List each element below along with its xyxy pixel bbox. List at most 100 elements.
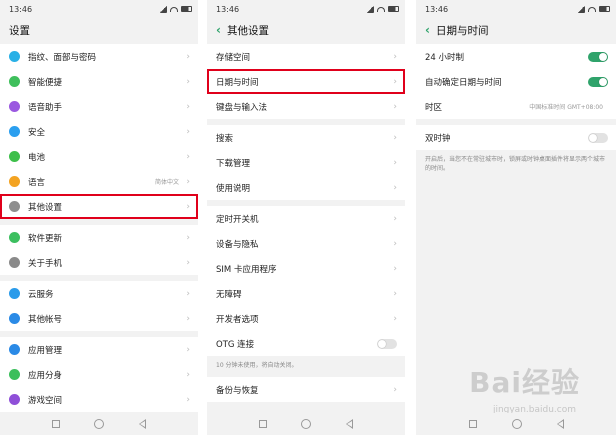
microphone-icon [9,101,20,112]
chevron-right-icon: › [393,51,397,62]
settings-item-label: 游戏空间 [28,395,63,406]
other-settings-item[interactable]: 定时开关机 › [207,206,405,231]
settings-item[interactable]: 关于手机 › [0,250,198,275]
other-settings-group: 定时开关机 › 设备与隐私 › SIM 卡应用程序 › 无障碍 › 开发者选项 › OTG 连接 [207,206,405,356]
signal-icon [366,5,374,13]
chevron-right-icon: › [186,257,190,268]
other-settings-item-label: 使用说明 [216,183,251,194]
back-arrow-icon[interactable]: ‹ [216,23,221,37]
back-arrow-icon[interactable]: ‹ [425,23,430,37]
other-settings-item[interactable]: OTG 连接 [207,331,405,356]
battery-status-icon [181,6,192,12]
other-settings-item-label: 日期与时间 [216,77,259,88]
status-bar: 13:46 [207,0,405,18]
back-button[interactable] [345,419,353,429]
other-settings-item-label: SIM 卡应用程序 [216,264,277,275]
other-settings-item-label: 存储空间 [216,52,251,63]
status-time: 13:46 [9,4,33,14]
other-settings-item[interactable]: 设备与隐私 › [207,231,405,256]
backup-restore-label: 备份与恢复 [216,385,259,396]
settings-item[interactable]: 安全 › [0,119,198,144]
settings-item[interactable]: 其他设置 › [0,194,198,219]
recents-button[interactable] [52,420,61,428]
hour24-label: 24 小时制 [425,52,465,63]
settings-item[interactable]: 应用管理 › [0,337,198,362]
settings-item[interactable]: 电池 › [0,144,198,169]
header: ‹ 日期与时间 [416,18,616,42]
watermark-logo: Bai经验 [469,366,580,399]
other-settings-item-label: 设备与隐私 [216,239,259,250]
settings-group: 云服务 › 其他帐号 › [0,281,198,331]
wifi-icon [170,6,178,12]
auto-time-row[interactable]: 自动确定日期与时间 [416,69,616,94]
hour24-toggle[interactable] [588,51,608,62]
chevron-right-icon: › [186,369,190,380]
nav-bar [207,413,405,435]
date-time-group: 24 小时制 自动确定日期与时间 时区 中国标准时间 GMT+08:00 [416,44,616,119]
backup-restore-item[interactable]: 备份与恢复 › [207,377,405,402]
back-button[interactable] [138,419,146,429]
settings-item[interactable]: 游戏空间 › [0,387,198,412]
other-settings-item[interactable]: 开发者选项 › [207,306,405,331]
chevron-right-icon: › [393,238,397,249]
recents-button[interactable] [259,420,268,428]
other-settings-item[interactable]: 日期与时间 › [207,69,405,94]
clone-icon [9,369,20,380]
signal-icon [577,5,585,13]
chevron-right-icon: › [393,101,397,112]
other-settings-item[interactable]: 搜索 › [207,125,405,150]
nav-bar [0,413,198,435]
other-settings-item[interactable]: SIM 卡应用程序 › [207,256,405,281]
page-title: 日期与时间 [435,24,489,37]
other-settings-item-label: 定时开关机 [216,214,259,225]
timezone-row[interactable]: 时区 中国标准时间 GMT+08:00 [416,94,616,119]
chevron-right-icon: › [393,288,397,299]
nav-bar [416,413,616,435]
settings-item-label: 电池 [28,152,46,163]
settings-group: 软件更新 › 关于手机 › [0,225,198,275]
auto-time-toggle[interactable] [588,76,608,87]
dual-clock-row[interactable]: 双时钟 [416,125,616,150]
other-settings-item[interactable]: 使用说明 › [207,175,405,200]
language-icon [9,176,20,187]
back-button[interactable] [556,419,564,429]
settings-item[interactable]: 其他帐号 › [0,306,198,331]
chevron-right-icon: › [393,182,397,193]
signal-icon [159,5,167,13]
other-settings-item[interactable]: 键盘与输入法 › [207,94,405,119]
other-settings-item[interactable]: 下载管理 › [207,150,405,175]
other-settings-item[interactable]: 无障碍 › [207,281,405,306]
status-bar: 13:46 [416,0,616,18]
settings-item[interactable]: 软件更新 › [0,225,198,250]
settings-item[interactable]: 应用分身 › [0,362,198,387]
settings-item[interactable]: 指纹、面部与密码 › [0,44,198,69]
chevron-right-icon: › [393,132,397,143]
otg-toggle[interactable] [377,338,397,349]
settings-item[interactable]: 语音助手 › [0,94,198,119]
other-settings-item-label: 搜索 [216,133,234,144]
page-title: 设置 [0,18,198,42]
chevron-right-icon: › [186,151,190,162]
chevron-right-icon: › [186,126,190,137]
battery-status-icon [388,6,399,12]
chevron-right-icon: › [393,384,397,395]
hour24-row[interactable]: 24 小时制 [416,44,616,69]
settings-item[interactable]: 云服务 › [0,281,198,306]
recents-button[interactable] [468,420,477,428]
settings-group: 指纹、面部与密码 › 智能便捷 › 语音助手 › 安全 › 电池 › 语言 简体中文 › 其他设置 › [0,44,198,219]
other-settings-item[interactable]: 存储空间 › [207,44,405,69]
chevron-right-icon: › [186,288,190,299]
other-settings-item-label: 键盘与输入法 [216,102,268,113]
chevron-right-icon: › [186,176,190,187]
dual-clock-group: 双时钟 [416,125,616,150]
settings-item[interactable]: 智能便捷 › [0,69,198,94]
settings-item[interactable]: 语言 简体中文 › [0,169,198,194]
home-button[interactable] [94,419,105,429]
dual-clock-toggle[interactable] [588,132,608,143]
chevron-right-icon: › [393,263,397,274]
home-button[interactable] [511,419,522,429]
timezone-value: 中国标准时间 GMT+08:00 [529,104,603,111]
home-button[interactable] [301,419,312,429]
page-title: 其他设置 [226,24,269,37]
other-settings-screen: 13:46 ‹ 其他设置 存储空间 › 日期与时间 › 键盘与输入法 › 搜索 › 下载管理 › 使… [207,0,405,435]
